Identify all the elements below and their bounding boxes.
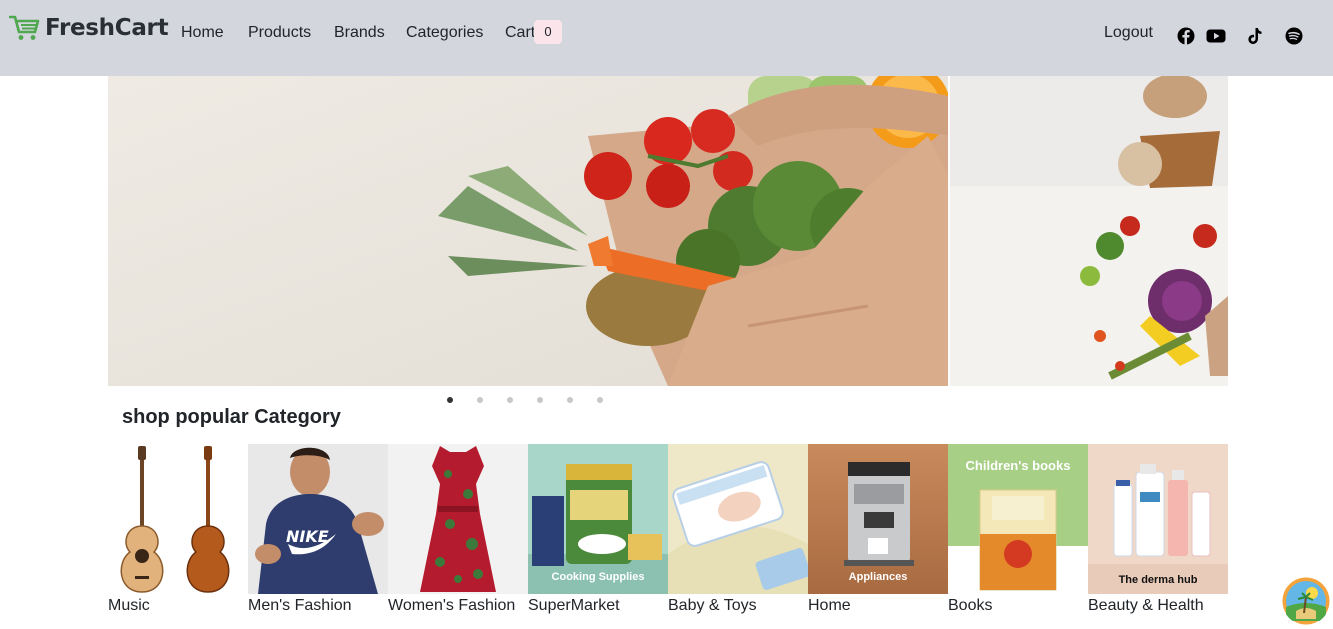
slider-dot-6[interactable] bbox=[597, 397, 603, 403]
overlay-cooking-supplies: Cooking Supplies bbox=[551, 571, 645, 583]
category-card-baby-toys[interactable]: Baby & Toys bbox=[668, 444, 808, 614]
overlay-derma-hub: The derma hub bbox=[1118, 574, 1198, 586]
category-image-beauty-health: The derma hub bbox=[1088, 444, 1228, 594]
youtube-icon[interactable] bbox=[1206, 27, 1226, 45]
category-label-womens-fashion: Women's Fashion bbox=[388, 597, 516, 614]
brand-name: FreshCart bbox=[45, 15, 169, 41]
cart-count-badge: 0 bbox=[534, 20, 562, 44]
category-image-books: Children's books bbox=[948, 444, 1088, 594]
category-card-beauty-health[interactable]: The derma hub Beauty & Health bbox=[1088, 444, 1228, 614]
overlay-childrens-books: Children's books bbox=[965, 458, 1071, 473]
overlay-appliances: Appliances bbox=[848, 571, 908, 583]
section-title: shop popular Category bbox=[122, 406, 341, 428]
category-image-womens-fashion bbox=[388, 444, 528, 594]
slider-dot-3[interactable] bbox=[507, 397, 513, 403]
shopping-cart-icon bbox=[9, 15, 40, 40]
category-image-supermarket: Cooking Supplies bbox=[528, 444, 668, 594]
nav-link-products[interactable]: Products bbox=[248, 23, 311, 43]
slider-dot-1[interactable] bbox=[447, 397, 453, 403]
category-card-womens-fashion[interactable]: Women's Fashion bbox=[388, 444, 528, 614]
category-image-baby-toys bbox=[668, 444, 808, 594]
category-card-mens-fashion[interactable]: NIKE Men's Fashion bbox=[248, 444, 388, 614]
category-label-home: Home bbox=[808, 597, 851, 614]
svg-text:NIKE: NIKE bbox=[286, 527, 329, 546]
hero-side-images bbox=[950, 76, 1228, 386]
category-label-music: Music bbox=[108, 597, 150, 614]
category-label-mens-fashion: Men's Fashion bbox=[248, 597, 352, 614]
category-label-supermarket: SuperMarket bbox=[528, 597, 620, 614]
nav-link-categories[interactable]: Categories bbox=[406, 23, 483, 43]
tiktok-icon[interactable] bbox=[1246, 27, 1264, 45]
category-image-home: Appliances bbox=[808, 444, 948, 594]
brand-logo[interactable]: FreshCart bbox=[9, 12, 169, 44]
category-card-music[interactable]: Music bbox=[108, 444, 248, 614]
island-logo-icon bbox=[1282, 577, 1330, 625]
slider-dot-5[interactable] bbox=[567, 397, 573, 403]
category-card-supermarket[interactable]: Cooking Supplies SuperMarket bbox=[528, 444, 668, 614]
side-produce-image bbox=[950, 76, 1228, 386]
slider-dot-2[interactable] bbox=[477, 397, 483, 403]
category-card-home[interactable]: Appliances Home bbox=[808, 444, 948, 614]
slider-dot-4[interactable] bbox=[537, 397, 543, 403]
category-card-books[interactable]: Children's books Books bbox=[948, 444, 1088, 614]
hero-slider-main-image[interactable] bbox=[108, 76, 948, 386]
floating-app-logo[interactable] bbox=[1282, 577, 1330, 625]
logout-link[interactable]: Logout bbox=[1104, 23, 1153, 43]
category-label-baby-toys: Baby & Toys bbox=[668, 597, 757, 614]
category-label-books: Books bbox=[948, 597, 993, 614]
category-label-beauty-health: Beauty & Health bbox=[1088, 597, 1204, 614]
category-image-music bbox=[108, 444, 248, 594]
nav-link-brands[interactable]: Brands bbox=[334, 23, 385, 43]
spotify-icon[interactable] bbox=[1285, 27, 1303, 45]
facebook-icon[interactable] bbox=[1177, 27, 1195, 45]
nav-link-cart[interactable]: Cart bbox=[505, 23, 535, 43]
slider-dots bbox=[447, 397, 627, 405]
category-image-mens-fashion: NIKE bbox=[248, 444, 388, 594]
nav-link-home[interactable]: Home bbox=[181, 23, 224, 43]
top-navbar: FreshCart Home Products Brands Categorie… bbox=[0, 0, 1333, 76]
grocery-bag-image bbox=[108, 76, 948, 386]
